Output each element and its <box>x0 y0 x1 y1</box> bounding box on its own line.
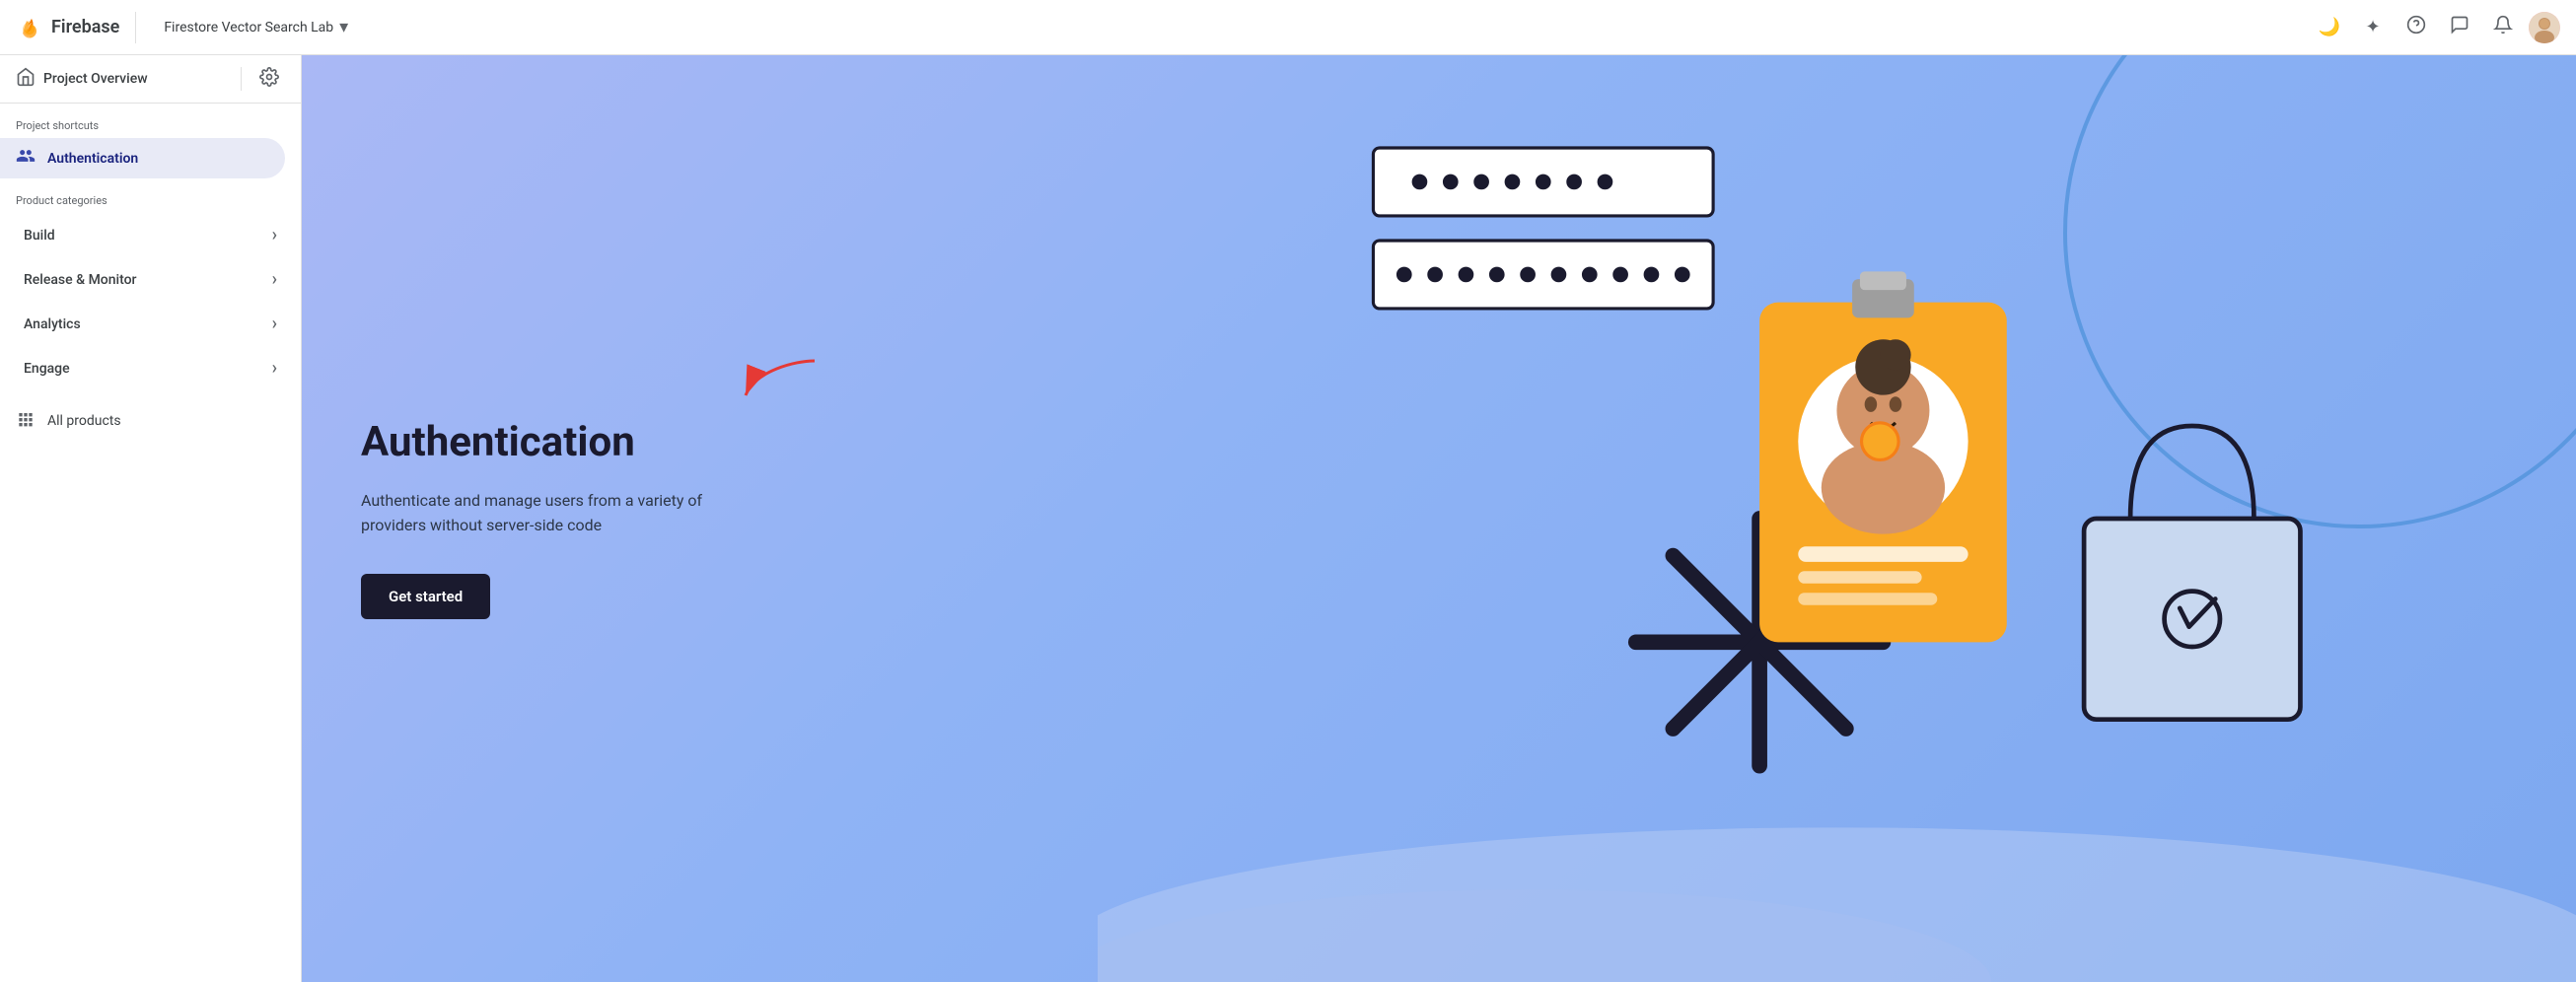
dark-mode-button[interactable]: 🌙 <box>2312 10 2347 45</box>
build-label: Build <box>24 228 55 244</box>
hero-title: Authentication <box>361 418 755 467</box>
gear-icon <box>259 67 279 92</box>
help-button[interactable] <box>2398 10 2434 45</box>
authentication-label: Authentication <box>47 151 138 167</box>
chat-icon <box>2450 15 2469 39</box>
sidebar-item-authentication[interactable]: Authentication <box>0 138 285 178</box>
firebase-logo[interactable]: Firebase <box>16 14 119 41</box>
all-products-link[interactable]: All products <box>0 398 301 443</box>
sparkle-button[interactable]: ✦ <box>2355 10 2391 45</box>
firebase-flame-icon <box>16 14 43 41</box>
settings-button[interactable] <box>253 63 285 95</box>
notifications-button[interactable] <box>2485 10 2521 45</box>
build-chevron-icon: › <box>272 225 277 246</box>
chat-button[interactable] <box>2442 10 2477 45</box>
project-overview-link[interactable]: Project Overview <box>16 67 229 92</box>
home-icon <box>16 67 36 92</box>
engage-chevron-icon: › <box>272 358 277 379</box>
sidebar-divider <box>241 67 242 91</box>
nav-left: Firebase Firestore Vector Search Lab ▾ <box>16 11 360 43</box>
sidebar-category-release-monitor[interactable]: Release & Monitor › <box>8 259 293 300</box>
auth-illustration-svg <box>1098 55 2576 982</box>
top-nav: Firebase Firestore Vector Search Lab ▾ 🌙… <box>0 0 2576 55</box>
analytics-chevron-icon: › <box>272 314 277 334</box>
user-avatar[interactable] <box>2529 12 2560 43</box>
all-products-label: All products <box>47 413 121 429</box>
project-name: Firestore Vector Search Lab <box>164 20 333 35</box>
nav-right: 🌙 ✦ <box>2312 10 2560 45</box>
project-selector[interactable]: Firestore Vector Search Lab ▾ <box>152 11 360 43</box>
hero-illustration <box>1098 55 2576 982</box>
grid-icon <box>16 408 36 433</box>
bell-icon <box>2493 15 2513 39</box>
engage-label: Engage <box>24 361 70 377</box>
main-content: Authentication Authenticate and manage u… <box>302 55 2576 982</box>
dark-mode-icon: 🌙 <box>2319 17 2340 37</box>
project-overview-bar: Project Overview <box>0 55 301 104</box>
sidebar-category-engage[interactable]: Engage › <box>8 348 293 388</box>
get-started-button[interactable]: Get started <box>361 574 490 619</box>
hero-section: Authentication Authenticate and manage u… <box>302 55 2576 982</box>
nav-divider <box>135 12 136 43</box>
hero-description: Authenticate and manage users from a var… <box>361 488 755 538</box>
release-monitor-chevron-icon: › <box>272 269 277 290</box>
analytics-label: Analytics <box>24 316 81 332</box>
project-overview-label: Project Overview <box>43 71 148 87</box>
project-shortcuts-label: Project shortcuts <box>0 104 301 138</box>
chevron-down-icon: ▾ <box>339 17 348 37</box>
avatar-image <box>2529 12 2560 43</box>
product-categories-label: Product categories <box>0 178 301 213</box>
people-icon <box>16 146 36 171</box>
sidebar-category-build[interactable]: Build › <box>8 215 293 255</box>
app-body: Project Overview Project shortcuts A <box>0 55 2576 982</box>
help-icon <box>2406 15 2426 39</box>
sparkle-icon: ✦ <box>2365 17 2380 37</box>
arrow-decoration <box>736 351 834 414</box>
release-monitor-label: Release & Monitor <box>24 272 137 288</box>
sidebar-category-analytics[interactable]: Analytics › <box>8 304 293 344</box>
sidebar: Project Overview Project shortcuts A <box>0 55 302 982</box>
app-name: Firebase <box>51 17 119 37</box>
